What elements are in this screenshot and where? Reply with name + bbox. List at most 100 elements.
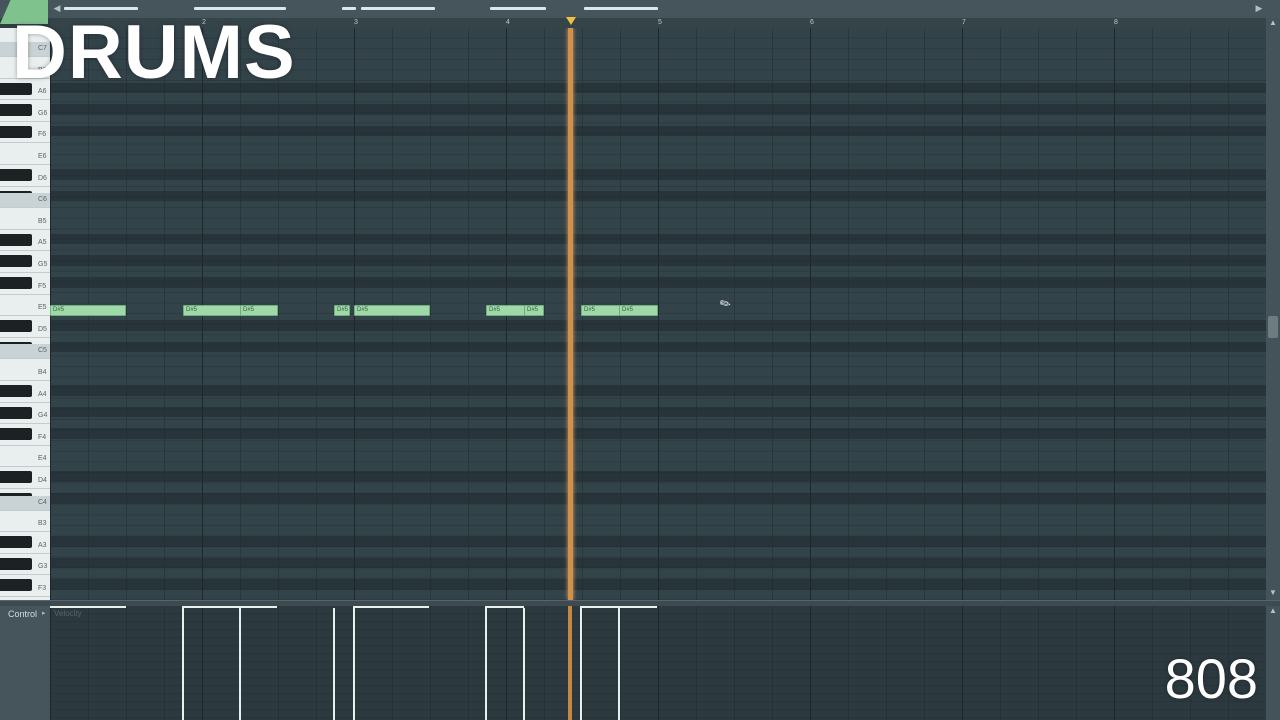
key-label: A3 <box>38 541 47 549</box>
velocity-bar[interactable] <box>353 608 355 720</box>
black-key[interactable] <box>0 428 32 441</box>
velocity-bar[interactable] <box>333 608 335 720</box>
control-panel: Control ▸ <box>0 606 50 720</box>
playhead-line[interactable] <box>568 28 573 600</box>
note-block[interactable]: D#5 <box>50 305 126 316</box>
piano-keyboard[interactable]: C7 B6 A6 G6 F6 E6 D6 C6 B5 A5 G5 F5 E5 D5 C5 B4 A4 G4 F4 E4… <box>0 28 51 600</box>
key-label: G4 <box>38 412 48 420</box>
title-overlay: DRUMS <box>12 10 296 95</box>
note-block[interactable]: D#5 <box>240 305 278 316</box>
playhead-marker-icon[interactable] <box>566 17 576 25</box>
black-key-row <box>50 557 1266 569</box>
key-label: G3 <box>38 563 48 571</box>
black-key-row <box>50 190 1266 202</box>
velocity-bar-top <box>618 606 657 608</box>
velocity-bar[interactable] <box>618 608 620 720</box>
bar-number: 6 <box>810 19 814 26</box>
black-key[interactable] <box>0 579 32 592</box>
note-label: D#5 <box>337 307 349 313</box>
black-key-row <box>50 341 1266 353</box>
white-key-divider <box>0 120 50 122</box>
key-label: G6 <box>38 109 48 117</box>
overview-note-mark <box>490 7 546 10</box>
velocity-lane[interactable]: Velocity <box>50 606 1266 720</box>
arrow-right-icon[interactable]: ▶ <box>1254 3 1264 13</box>
note-block[interactable]: D#5 <box>524 305 544 316</box>
velocity-bar-top <box>580 606 619 608</box>
velocity-bar-top <box>239 606 277 608</box>
black-key-row <box>50 428 1266 439</box>
note-block[interactable]: D#5 <box>183 305 241 316</box>
key-label: F6 <box>38 131 47 139</box>
velocity-bar[interactable] <box>182 608 184 720</box>
key-label: E5 <box>38 304 47 312</box>
bar-number: 7 <box>962 19 966 26</box>
bar-number: 4 <box>506 19 510 26</box>
black-key-row <box>50 536 1266 547</box>
note-label: D#5 <box>489 307 501 313</box>
vertical-scrollbar[interactable]: ▲ ▼ <box>1266 18 1280 600</box>
white-key-divider <box>0 380 50 381</box>
key-label: A4 <box>38 390 47 398</box>
black-key[interactable] <box>0 277 32 289</box>
black-key-row <box>50 104 1266 115</box>
black-key[interactable] <box>0 104 32 117</box>
black-key-row <box>50 471 1266 482</box>
arrow-up-icon[interactable]: ▲ <box>1266 606 1280 616</box>
white-key-divider <box>0 99 50 101</box>
black-key[interactable] <box>0 169 32 181</box>
control-scrollbar[interactable]: ▲ <box>1266 606 1280 720</box>
black-key[interactable] <box>0 320 32 333</box>
black-key[interactable] <box>0 471 32 484</box>
note-label: D#5 <box>622 307 634 313</box>
note-block[interactable]: D#5 <box>486 305 525 316</box>
key-label: A5 <box>38 239 47 247</box>
arrow-up-icon[interactable]: ▲ <box>1266 18 1280 28</box>
velocity-bar-top <box>50 606 126 608</box>
white-key-divider <box>0 185 50 187</box>
playhead-line <box>568 606 572 720</box>
black-key-row <box>50 385 1266 396</box>
velocity-bar[interactable] <box>580 608 582 720</box>
note-grid[interactable]: D#5 D#5 D#5 D#5 D#5 D#5 D#5 D#5 D#5 <box>50 28 1266 600</box>
white-key-divider <box>0 358 50 360</box>
velocity-bar-top <box>182 606 240 608</box>
black-key-row <box>50 277 1266 288</box>
arrow-right-icon[interactable]: ▸ <box>42 609 46 617</box>
black-key-row <box>50 233 1266 245</box>
black-key[interactable] <box>0 125 32 138</box>
scroll-thumb[interactable] <box>1268 316 1278 338</box>
note-block[interactable]: D#5 <box>354 305 430 316</box>
white-key-divider <box>0 228 50 230</box>
white-key-divider <box>0 315 50 317</box>
black-key[interactable] <box>0 557 32 570</box>
note-label: D#5 <box>357 307 369 313</box>
control-label[interactable]: Control <box>8 609 37 619</box>
note-label: D#5 <box>186 307 198 313</box>
tag-overlay: 808 <box>1164 647 1258 710</box>
white-key-divider <box>0 466 50 468</box>
black-key-row <box>50 320 1266 331</box>
note-block[interactable]: D#5 <box>619 305 658 316</box>
black-key[interactable] <box>0 536 32 549</box>
note-block[interactable]: D#5 <box>581 305 620 316</box>
velocity-bar[interactable] <box>239 608 241 720</box>
note-block[interactable]: D#5 <box>334 305 350 316</box>
black-key-row <box>50 255 1266 266</box>
arrow-down-icon[interactable]: ▼ <box>1266 588 1280 598</box>
black-key[interactable] <box>0 233 32 246</box>
piano-roll-window: ◀ ▶ 2 3 4 5 6 7 8 C7 B6 A6 G6 F6 E6 D6 C6 B5 A5 G5… <box>0 0 1280 720</box>
velocity-bar[interactable] <box>523 608 525 720</box>
white-key-divider <box>0 552 50 554</box>
key-label: B4 <box>38 369 47 376</box>
key-label: D6 <box>38 174 47 182</box>
black-key[interactable] <box>0 406 32 419</box>
key-label: F3 <box>38 585 47 592</box>
black-key[interactable] <box>0 255 32 268</box>
overview-note-mark <box>342 7 356 10</box>
key-label: C6 <box>38 196 47 204</box>
key-label: C4 <box>38 498 47 506</box>
velocity-bar[interactable] <box>485 608 487 720</box>
white-key-divider <box>0 142 50 144</box>
black-key[interactable] <box>0 385 32 397</box>
